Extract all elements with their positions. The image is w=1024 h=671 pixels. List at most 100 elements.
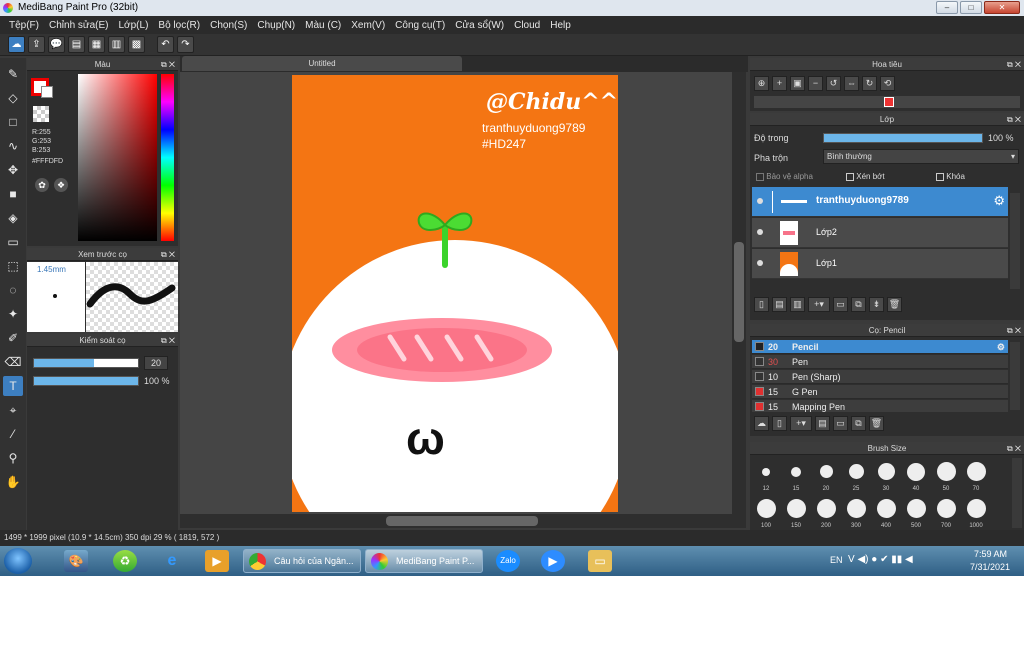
brush-size-option[interactable]: 1000: [962, 495, 990, 531]
canvas-vertical-scrollbar[interactable]: [732, 72, 746, 514]
cloud-icon[interactable]: ☁: [8, 36, 25, 53]
media-player-icon[interactable]: ▶: [205, 550, 229, 572]
add-layer-menu-icon[interactable]: +▾: [808, 297, 830, 312]
new-layer-icon[interactable]: ▯: [754, 297, 769, 312]
brush-row[interactable]: 20 Pencil ⚙: [752, 340, 1008, 354]
select-tool-icon[interactable]: ⬚: [3, 256, 23, 276]
menu-file[interactable]: Tệp(F): [4, 20, 44, 31]
dot-tool-icon[interactable]: ∿: [3, 136, 23, 156]
taskbar-chrome-button[interactable]: Câu hỏi của Ngân...: [243, 549, 361, 573]
zoom-in-icon[interactable]: +: [772, 76, 787, 91]
menu-window[interactable]: Cửa sổ(W): [450, 20, 509, 31]
brush-size-option[interactable]: 700: [932, 495, 960, 531]
layer-row[interactable]: Lớp1: [752, 249, 1008, 279]
eyedropper-tool-icon[interactable]: ⚲: [3, 448, 23, 468]
lasso-tool-icon[interactable]: ◌: [3, 280, 23, 300]
brush-opacity-slider[interactable]: [33, 376, 139, 386]
clock-date[interactable]: 7/31/2021: [970, 562, 1010, 572]
undo-icon[interactable]: ↶: [157, 36, 174, 53]
brush-row[interactable]: 30 Pen: [752, 355, 1008, 369]
reset-view-icon[interactable]: ⟲: [880, 76, 895, 91]
fill-rect-tool-icon[interactable]: ■: [3, 184, 23, 204]
clock-time[interactable]: 7:59 AM: [974, 549, 1007, 559]
artwork-canvas[interactable]: @Chidu^^ tranthuyduong9789 #HD247 ω: [292, 75, 618, 512]
panel-close-icon[interactable]: ⧉ ✕: [161, 248, 175, 261]
eraser-tool-icon[interactable]: ◇: [3, 88, 23, 108]
folder-icon[interactable]: ▭: [833, 297, 848, 312]
panel-close-icon[interactable]: ⧉ ✕: [1007, 442, 1021, 455]
rotate-left-icon[interactable]: ↺: [826, 76, 841, 91]
navigator-preview[interactable]: [754, 96, 1020, 108]
brush-size-option[interactable]: 500: [902, 495, 930, 531]
brush-row[interactable]: 15 Mapping Pen: [752, 400, 1008, 412]
grid-icon[interactable]: ▩: [128, 36, 145, 53]
gear-icon[interactable]: ⚙: [997, 340, 1005, 354]
vertical-scroll-thumb[interactable]: [734, 242, 744, 342]
brush-size-option[interactable]: 50: [932, 458, 960, 494]
brush-row[interactable]: 10 Pen (Sharp): [752, 370, 1008, 384]
rectangle-tool-icon[interactable]: □: [3, 112, 23, 132]
zoom-actual-icon[interactable]: ▣: [790, 76, 805, 91]
maximize-button[interactable]: □: [960, 1, 982, 14]
panel-close-icon[interactable]: ⧉ ✕: [161, 334, 175, 347]
menu-view[interactable]: Xem(V): [346, 20, 390, 31]
select-eraser-tool-icon[interactable]: ⌫: [3, 352, 23, 372]
text-tool-icon[interactable]: T: [3, 376, 23, 396]
transparent-swatch-icon[interactable]: [33, 106, 49, 122]
brush-size-option[interactable]: 70: [962, 458, 990, 494]
saturation-value-picker[interactable]: [78, 74, 157, 241]
minimize-button[interactable]: –: [936, 1, 958, 14]
brush-size-option[interactable]: 30: [872, 458, 900, 494]
brush-settings-icon[interactable]: ▤: [815, 416, 830, 431]
add-brush-menu-icon[interactable]: +▾: [790, 416, 812, 431]
protect-alpha-checkbox[interactable]: [756, 172, 764, 181]
menu-layer[interactable]: Lớp(L): [114, 20, 154, 31]
gear-icon[interactable]: ⚙: [993, 193, 1005, 209]
visibility-eye-icon[interactable]: [757, 229, 763, 235]
close-button[interactable]: ✕: [984, 1, 1020, 14]
menu-cloud[interactable]: Cloud: [509, 20, 545, 31]
layer-row[interactable]: Lớp2: [752, 218, 1008, 248]
horizontal-scroll-thumb[interactable]: [386, 516, 538, 526]
zoom-fit-icon[interactable]: ⊕: [754, 76, 769, 91]
brush-size-option[interactable]: 200: [812, 495, 840, 531]
panel-close-icon[interactable]: ⧉ ✕: [1007, 58, 1021, 71]
menu-help[interactable]: Help: [545, 20, 576, 31]
page-icon[interactable]: ▦: [88, 36, 105, 53]
comment-icon[interactable]: 💬: [48, 36, 65, 53]
paint-app-icon[interactable]: 🎨: [64, 550, 88, 572]
brush-row[interactable]: 15 G Pen: [752, 385, 1008, 399]
new-8bit-layer-icon[interactable]: ▥: [790, 297, 805, 312]
brush-size-option[interactable]: 20: [812, 458, 840, 494]
menu-select[interactable]: Chọn(S): [205, 20, 252, 31]
file-explorer-icon[interactable]: ▭: [588, 550, 612, 572]
panel-close-icon[interactable]: ⧉ ✕: [1007, 113, 1021, 126]
color-wheel-icon[interactable]: ✿: [35, 178, 49, 192]
panel-close-icon[interactable]: ⧉ ✕: [1007, 324, 1021, 337]
brush-size-option[interactable]: 25: [842, 458, 870, 494]
brush-size-slider[interactable]: [33, 358, 139, 368]
zalo-icon[interactable]: Zalo: [496, 550, 520, 572]
cloud-brush-icon[interactable]: ☁: [754, 416, 769, 431]
merge-layer-icon[interactable]: ⇟: [869, 297, 884, 312]
trash-icon[interactable]: 🗑: [887, 297, 902, 312]
duplicate-layer-icon[interactable]: ⧉: [851, 297, 866, 312]
brush-tool-icon[interactable]: ✎: [3, 64, 23, 84]
brush-list-scrollbar[interactable]: [1010, 342, 1020, 410]
clipping-checkbox[interactable]: [846, 172, 854, 181]
duplicate-brush-icon[interactable]: ⧉: [851, 416, 866, 431]
hand-tool-icon[interactable]: ✋: [3, 472, 23, 492]
taskbar-medibang-button[interactable]: MediBang Paint P...: [365, 549, 483, 573]
rotate-right-icon[interactable]: ↻: [862, 76, 877, 91]
hue-slider[interactable]: [161, 74, 174, 241]
brush-size-option[interactable]: 300: [842, 495, 870, 531]
gradient-tool-icon[interactable]: ▭: [3, 232, 23, 252]
flip-icon[interactable]: ⇔: [844, 76, 859, 91]
brush-size-value[interactable]: 20: [144, 356, 168, 370]
menu-filter[interactable]: Bộ lọc(R): [153, 20, 205, 31]
language-indicator[interactable]: EN: [830, 555, 843, 565]
blend-mode-select[interactable]: Bình thường ▾: [823, 149, 1019, 164]
canvas-area[interactable]: @Chidu^^ tranthuyduong9789 #HD247 ω: [180, 72, 732, 514]
brush-folder-icon[interactable]: ▭: [833, 416, 848, 431]
brush-size-option[interactable]: 12: [752, 458, 780, 494]
